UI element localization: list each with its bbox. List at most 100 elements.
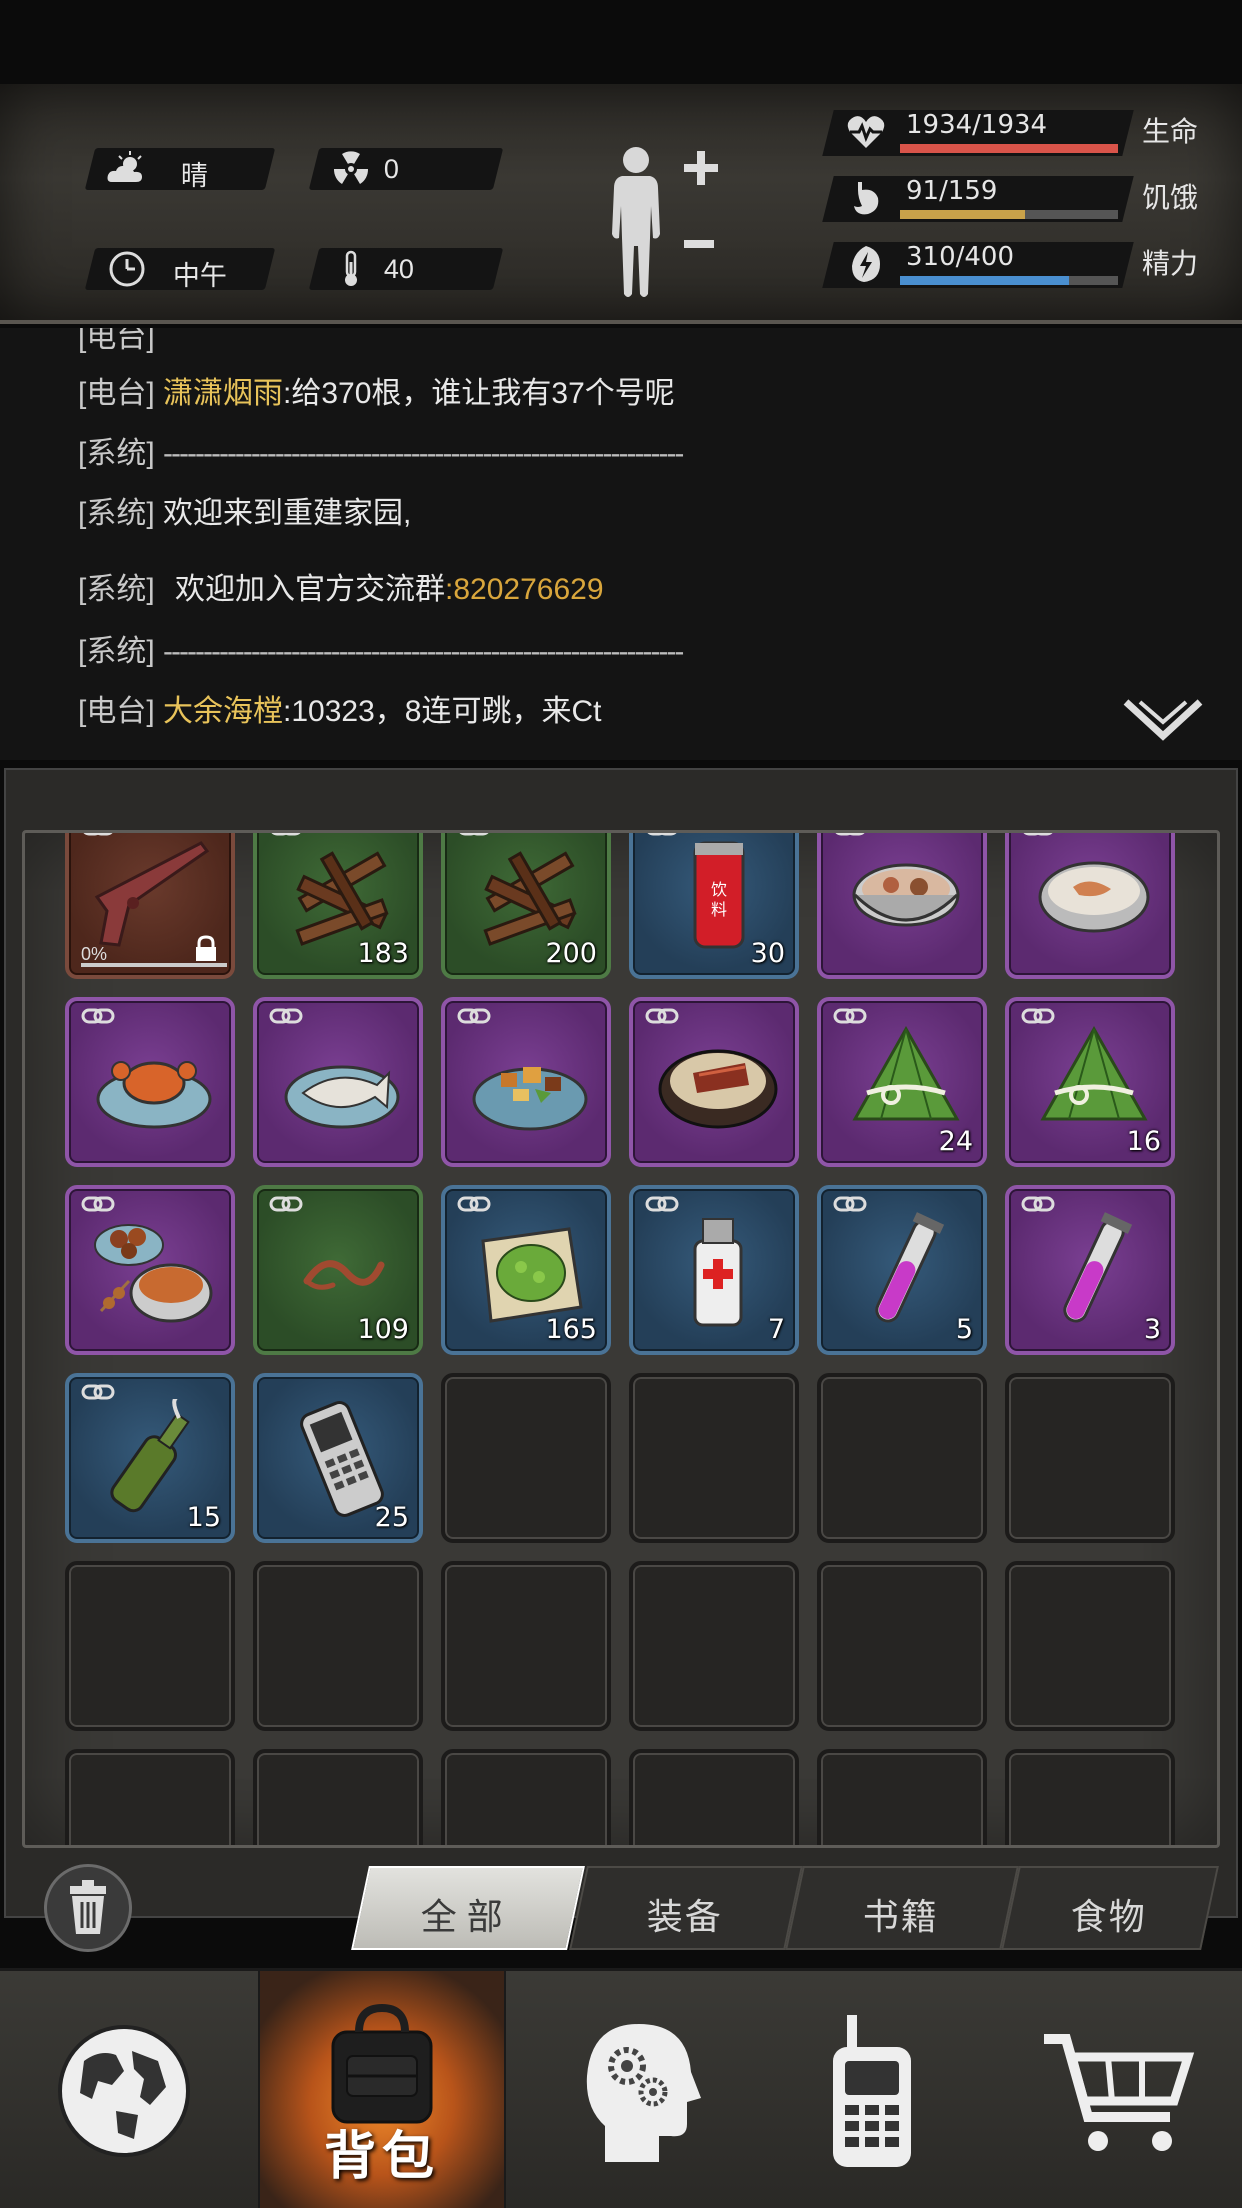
tab-all[interactable]: 全部: [351, 1866, 585, 1950]
empty-slot[interactable]: [629, 1373, 799, 1543]
empty-slot[interactable]: [441, 1749, 611, 1845]
filter-tabs: 全部 装备 书籍 食物: [346, 1866, 1222, 1950]
radiation-value: 0: [383, 154, 399, 184]
zongzi-icon: [1029, 1023, 1159, 1143]
empty-slot[interactable]: [629, 1749, 799, 1845]
heart-rate-icon: [847, 116, 885, 148]
chat-line: [电台] 大余海樘:10323，8连可跳，来Ct: [78, 695, 602, 728]
empty-slot[interactable]: [441, 1373, 611, 1543]
chat-line: [系统] 欢迎加入官方交流群:820276629: [78, 573, 604, 606]
inventory-grid[interactable]: 饮料 0%1832003024161091657531525: [22, 830, 1220, 1848]
inventory-slot[interactable]: [1005, 833, 1175, 979]
empty-slot[interactable]: [1005, 1373, 1175, 1543]
chat-line: [系统] 欢迎来到重建家园,: [78, 497, 412, 530]
chat-line: [电台] 潇潇烟雨:给370根，谁让我有37个号呢: [78, 377, 675, 410]
firewood-icon: [277, 835, 407, 955]
chat-sender[interactable]: 大余海樘: [163, 695, 283, 728]
globe-icon: [58, 2025, 190, 2157]
radiation-indicator: 0: [308, 148, 504, 190]
tab-equipment[interactable]: 装备: [569, 1866, 803, 1950]
inventory-slot[interactable]: [65, 997, 235, 1167]
inventory-slot[interactable]: 5: [817, 1185, 987, 1355]
clock-icon: [109, 251, 145, 287]
stat-hunger: 91/159 饥饿: [822, 170, 1218, 228]
lock-icon: [193, 935, 219, 963]
item-count: 24: [938, 1126, 973, 1157]
inventory-slot[interactable]: 16: [1005, 997, 1175, 1167]
nav-backpack-label: 背包: [323, 2128, 440, 2186]
body-status-figure-icon[interactable]: [600, 142, 720, 302]
nav-radio[interactable]: [748, 1971, 996, 2208]
porridge-bowl-icon: [1029, 835, 1159, 955]
bottom-nav: 背包: [0, 1968, 1242, 2208]
hunger-label: 饥饿: [1142, 182, 1199, 213]
hunger-bar: [900, 210, 1118, 219]
cell-phone-icon: [277, 1399, 407, 1519]
stat-health: 1934/1934 生命: [822, 104, 1218, 162]
empty-slot[interactable]: [629, 1561, 799, 1731]
nav-map[interactable]: [0, 1971, 248, 2208]
inventory-slot[interactable]: 3: [1005, 1185, 1175, 1355]
radiation-icon: [333, 151, 369, 184]
inventory-slot[interactable]: 7: [629, 1185, 799, 1355]
backpack-icon: [331, 2003, 433, 2124]
inventory-slot[interactable]: 200: [441, 833, 611, 979]
empty-slot[interactable]: [441, 1561, 611, 1731]
inventory-slot[interactable]: 25: [253, 1373, 423, 1543]
nav-skills[interactable]: [516, 1971, 764, 2208]
item-count: 165: [545, 1314, 597, 1345]
inventory-slot[interactable]: [253, 997, 423, 1167]
empty-slot[interactable]: [817, 1749, 987, 1845]
nav-backpack[interactable]: 背包: [258, 1971, 506, 2208]
chat-line: [系统] -----------------------------------…: [78, 437, 684, 470]
temperature-value: 40: [383, 254, 414, 284]
shopping-cart-icon: [1044, 2034, 1195, 2151]
energy-value: 310/400: [906, 242, 1015, 272]
inventory-slot[interactable]: [65, 1185, 235, 1355]
drink-can-icon: [653, 835, 783, 955]
empty-slot[interactable]: [65, 1561, 235, 1731]
head-gears-icon: [586, 2024, 701, 2162]
chat-line: [系统] -----------------------------------…: [78, 635, 684, 668]
chat-log[interactable]: [电台] [电台] 潇潇烟雨:给370根，谁让我有37个号呢 [系统] ----…: [0, 328, 1242, 760]
chat-line: [电台]: [78, 328, 155, 354]
inventory-slot[interactable]: [817, 833, 987, 979]
inventory-slot[interactable]: 0%: [65, 833, 235, 979]
inventory-slot[interactable]: 24: [817, 997, 987, 1167]
stat-energy: 310/400 精力: [822, 236, 1218, 294]
inventory-slot[interactable]: [629, 997, 799, 1167]
herb-cloth-icon: [465, 1211, 595, 1331]
chevron-down-icon[interactable]: [1120, 696, 1206, 746]
tab-books[interactable]: 书籍: [785, 1866, 1019, 1950]
empty-slot[interactable]: [817, 1561, 987, 1731]
item-count: 5: [955, 1314, 973, 1345]
inventory-slot[interactable]: 109: [253, 1185, 423, 1355]
firewood-icon: [465, 835, 595, 955]
hunger-value: 91/159: [906, 176, 998, 206]
nav-shop[interactable]: [994, 1971, 1242, 2208]
molotov-bottle-icon: [89, 1399, 219, 1519]
sunny-cloud-icon: [107, 151, 142, 182]
chat-sender[interactable]: 潇潇烟雨: [163, 377, 283, 410]
energy-label: 精力: [1142, 248, 1199, 279]
inventory-slot[interactable]: [441, 997, 611, 1167]
status-bar: 晴 0 中午 40 1934/1934 生命 91/159 饥饿 310/400…: [0, 84, 1242, 324]
worm-icon: [277, 1211, 407, 1331]
empty-slot[interactable]: [1005, 1749, 1175, 1845]
inventory-slot[interactable]: 30: [629, 833, 799, 979]
zongzi-icon: [841, 1023, 971, 1143]
empty-slot[interactable]: [253, 1561, 423, 1731]
empty-slot[interactable]: [253, 1749, 423, 1845]
item-count: 25: [374, 1502, 409, 1533]
test-tube-icon: [841, 1211, 971, 1331]
tab-food[interactable]: 食物: [1001, 1866, 1219, 1950]
trash-can-icon[interactable]: [44, 1864, 132, 1952]
empty-slot[interactable]: [817, 1373, 987, 1543]
inventory-slot[interactable]: 183: [253, 833, 423, 979]
empty-slot[interactable]: [1005, 1561, 1175, 1731]
stir-fry-plate-icon: [465, 1023, 595, 1143]
durability-bar: [81, 963, 227, 967]
empty-slot[interactable]: [65, 1749, 235, 1845]
inventory-slot[interactable]: 165: [441, 1185, 611, 1355]
inventory-slot[interactable]: 15: [65, 1373, 235, 1543]
